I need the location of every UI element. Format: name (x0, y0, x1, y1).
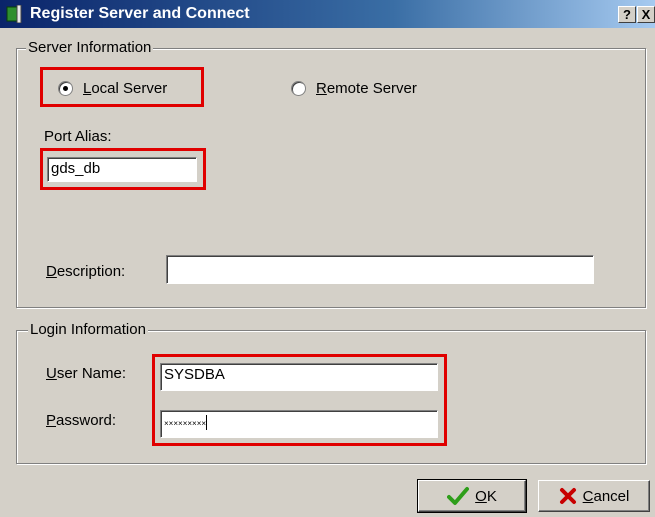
database-app-icon (6, 5, 22, 23)
remote-server-radio-circle[interactable] (291, 81, 306, 96)
x-mark-icon (559, 488, 576, 504)
description-input[interactable] (166, 255, 594, 284)
port-alias-highlight (40, 148, 206, 190)
login-fields-highlight (152, 354, 447, 446)
remote-server-radio[interactable]: Remote Server (291, 80, 451, 98)
ok-button[interactable]: OK (417, 479, 527, 513)
checkmark-icon (447, 487, 470, 505)
login-information-legend: Login Information (28, 321, 148, 338)
remote-server-label: Remote Server (316, 80, 417, 97)
user-name-label: User Name: (46, 365, 127, 382)
help-button[interactable]: ? (618, 6, 636, 23)
server-information-legend: Server Information (26, 39, 154, 56)
close-button[interactable]: X (637, 6, 655, 23)
cancel-label: Cancel (582, 487, 630, 505)
password-label: Password: (46, 412, 117, 429)
ok-label: OK (475, 487, 497, 505)
port-alias-label: Port Alias: (44, 128, 112, 145)
cancel-button[interactable]: Cancel (538, 480, 650, 512)
title-bar[interactable]: Register Server and Connect ? X (0, 0, 655, 28)
window-title: Register Server and Connect (30, 5, 250, 22)
local-server-highlight (40, 67, 204, 107)
description-label: Description: (46, 263, 126, 280)
